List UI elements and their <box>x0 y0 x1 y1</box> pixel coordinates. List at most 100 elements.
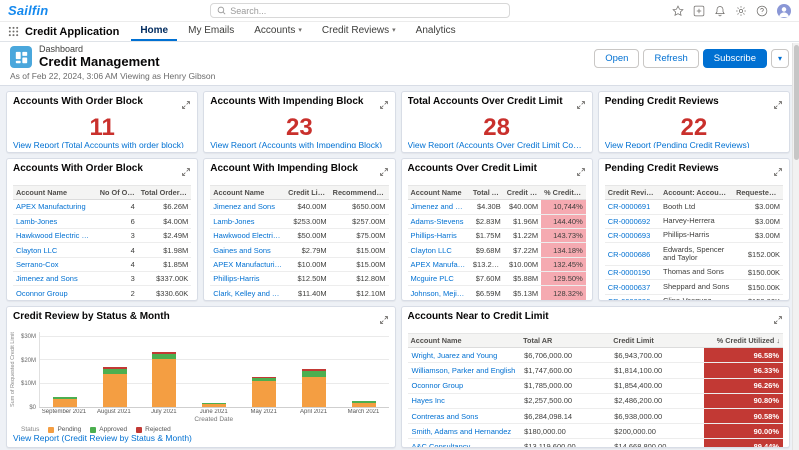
column-header[interactable]: Total Order Value ↓ <box>138 186 192 200</box>
table-cell-link[interactable]: Gaines and Sons <box>210 243 285 257</box>
chart-bar[interactable] <box>202 332 226 407</box>
table-cell-link[interactable]: CR-0000692 <box>605 214 660 228</box>
expand-icon[interactable] <box>773 97 783 115</box>
bar-segment-pending[interactable] <box>352 403 376 408</box>
table-cell-link[interactable]: CR-0000190 <box>605 265 660 279</box>
tab-accounts[interactable]: Accounts ▾ <box>245 21 311 41</box>
column-header[interactable]: Credit Limit <box>504 186 541 200</box>
table-cell-link[interactable]: Lamb-Jones <box>13 214 97 228</box>
column-header[interactable]: Account Name <box>13 186 97 200</box>
column-header[interactable]: Account: Account Name <box>660 186 733 200</box>
table-cell-link[interactable]: CR-0000637 <box>605 280 660 294</box>
table-cell-link[interactable]: Serrano-Cox <box>13 257 97 271</box>
table-cell-link[interactable]: Hawkwood Electric Power <box>210 228 285 242</box>
view-report-link[interactable]: View Report (Total Accounts with order b… <box>13 140 191 148</box>
view-report-link[interactable]: View Report (Accounts with Impending Blo… <box>210 140 388 148</box>
scrollbar-thumb[interactable] <box>794 45 799 160</box>
tab-my-emails[interactable]: My Emails <box>179 21 243 41</box>
table-cell-link[interactable]: CR-0000386 <box>605 294 660 301</box>
table-cell-link[interactable]: Contreras and Sons <box>408 408 521 423</box>
favorites-star-icon[interactable] <box>672 5 684 17</box>
help-icon[interactable] <box>756 5 768 17</box>
tab-analytics[interactable]: Analytics <box>407 21 465 41</box>
tab-home[interactable]: Home <box>131 21 177 41</box>
expand-icon[interactable] <box>576 164 586 182</box>
table-cell-link[interactable]: CR-0000691 <box>605 200 660 214</box>
table-cell-link[interactable]: Jimenez and Sons <box>13 272 97 286</box>
table-cell-link[interactable]: CR-0000693 <box>605 228 660 242</box>
table-cell-link[interactable]: Clayton LLC <box>408 243 470 257</box>
table-cell-link[interactable]: Mcguire PLC <box>408 272 470 286</box>
table-cell-link[interactable]: Jimenez and Sons <box>210 200 285 214</box>
column-header[interactable]: Account Name <box>210 186 285 200</box>
bar-segment-pending[interactable] <box>202 404 226 407</box>
table-cell-link[interactable]: APEX Manufacturing <box>210 257 285 271</box>
table-cell-link[interactable]: Wright, Juarez and Young <box>408 348 521 363</box>
column-header[interactable]: Credit Limit <box>285 186 330 200</box>
table-cell-link[interactable]: APEX Manufacturing <box>13 200 97 214</box>
table-cell-link[interactable]: Oconnor Group <box>13 286 97 300</box>
bar-segment-pending[interactable] <box>302 377 326 407</box>
table-cell-link[interactable]: Lamb-Jones <box>210 214 285 228</box>
tab-credit-reviews[interactable]: Credit Reviews ▾ <box>313 21 405 41</box>
view-report-link[interactable]: View Report (Pending Credit Reviews) <box>605 140 783 148</box>
more-actions-button[interactable]: ▾ <box>771 49 789 68</box>
app-launcher-icon[interactable] <box>8 26 19 37</box>
chart-bar[interactable] <box>302 332 326 407</box>
setup-gear-icon[interactable] <box>735 5 747 17</box>
table-cell-link[interactable]: Clayton LLC <box>13 243 97 257</box>
legend-item-pending[interactable]: Pending <box>48 426 81 433</box>
column-header[interactable]: Credit Review: Credit ... <box>605 186 660 200</box>
refresh-button[interactable]: Refresh <box>643 49 698 68</box>
column-header[interactable]: % Credit Utilized ↓ <box>541 186 586 200</box>
table-cell-link[interactable]: Adams-Stevens <box>408 214 470 228</box>
chart-bar[interactable] <box>103 332 127 407</box>
view-report-link[interactable]: View Report (Accounts Over Credit Limit … <box>408 140 586 148</box>
expand-icon[interactable] <box>576 97 586 115</box>
bar-segment-pending[interactable] <box>53 399 77 407</box>
notifications-bell-icon[interactable] <box>714 5 726 17</box>
column-header[interactable]: Recommended Credit Limit ↓ <box>330 186 389 200</box>
expand-icon[interactable] <box>773 164 783 182</box>
column-header[interactable]: Account Name <box>408 334 521 348</box>
add-box-icon[interactable] <box>693 5 705 17</box>
global-search-box[interactable] <box>210 3 510 18</box>
table-cell-link[interactable]: Johnson, Mejia and Davis <box>408 286 470 300</box>
table-cell-link[interactable]: Oconnor Group <box>408 378 521 393</box>
vertical-scrollbar[interactable] <box>792 43 799 450</box>
table-cell-link[interactable]: Smith, Adams and Hernandez <box>408 424 521 439</box>
expand-icon[interactable] <box>379 97 389 115</box>
table-cell-link[interactable]: Clark, Kelley and Trujillo <box>210 286 285 300</box>
table-cell-link[interactable]: Williamson, Parker and English <box>408 363 521 378</box>
open-button[interactable]: Open <box>594 49 639 68</box>
subscribe-button[interactable]: Subscribe <box>703 49 767 68</box>
chart-bar[interactable] <box>252 332 276 407</box>
expand-icon[interactable] <box>181 164 191 182</box>
expand-icon[interactable] <box>773 312 783 330</box>
legend-item-approved[interactable]: Approved <box>90 426 127 433</box>
table-cell-link[interactable]: A&C Consultancy <box>408 439 521 448</box>
column-header[interactable]: Credit Limit <box>610 334 704 348</box>
legend-item-rejected[interactable]: Rejected <box>136 426 171 433</box>
view-report-link[interactable]: View Report (Credit Review by Status & M… <box>13 433 389 443</box>
expand-icon[interactable] <box>181 97 191 115</box>
table-cell-link[interactable]: Jimenez and Sons <box>408 200 470 214</box>
column-header[interactable]: Total AR <box>520 334 610 348</box>
chart-bar[interactable] <box>152 332 176 407</box>
table-cell-link[interactable]: Hayes Inc <box>408 393 521 408</box>
bar-segment-pending[interactable] <box>252 381 276 407</box>
expand-icon[interactable] <box>379 164 389 182</box>
bar-segment-pending[interactable] <box>103 374 127 407</box>
table-cell-link[interactable]: CR-0000686 <box>605 243 660 266</box>
table-cell-link[interactable]: Phillips-Harris <box>210 272 285 286</box>
chart-bar[interactable] <box>53 332 77 407</box>
chart-bar[interactable] <box>352 332 376 407</box>
column-header[interactable]: Account Name <box>408 186 470 200</box>
column-header[interactable]: Total AR <box>470 186 504 200</box>
bar-segment-pending[interactable] <box>152 359 176 407</box>
table-cell-link[interactable]: Phillips-Harris <box>408 228 470 242</box>
user-avatar[interactable] <box>777 4 791 18</box>
expand-icon[interactable] <box>379 312 389 330</box>
table-cell-link[interactable]: Hawkwood Electric Power <box>13 228 97 242</box>
column-header[interactable]: No Of Orders <box>97 186 138 200</box>
